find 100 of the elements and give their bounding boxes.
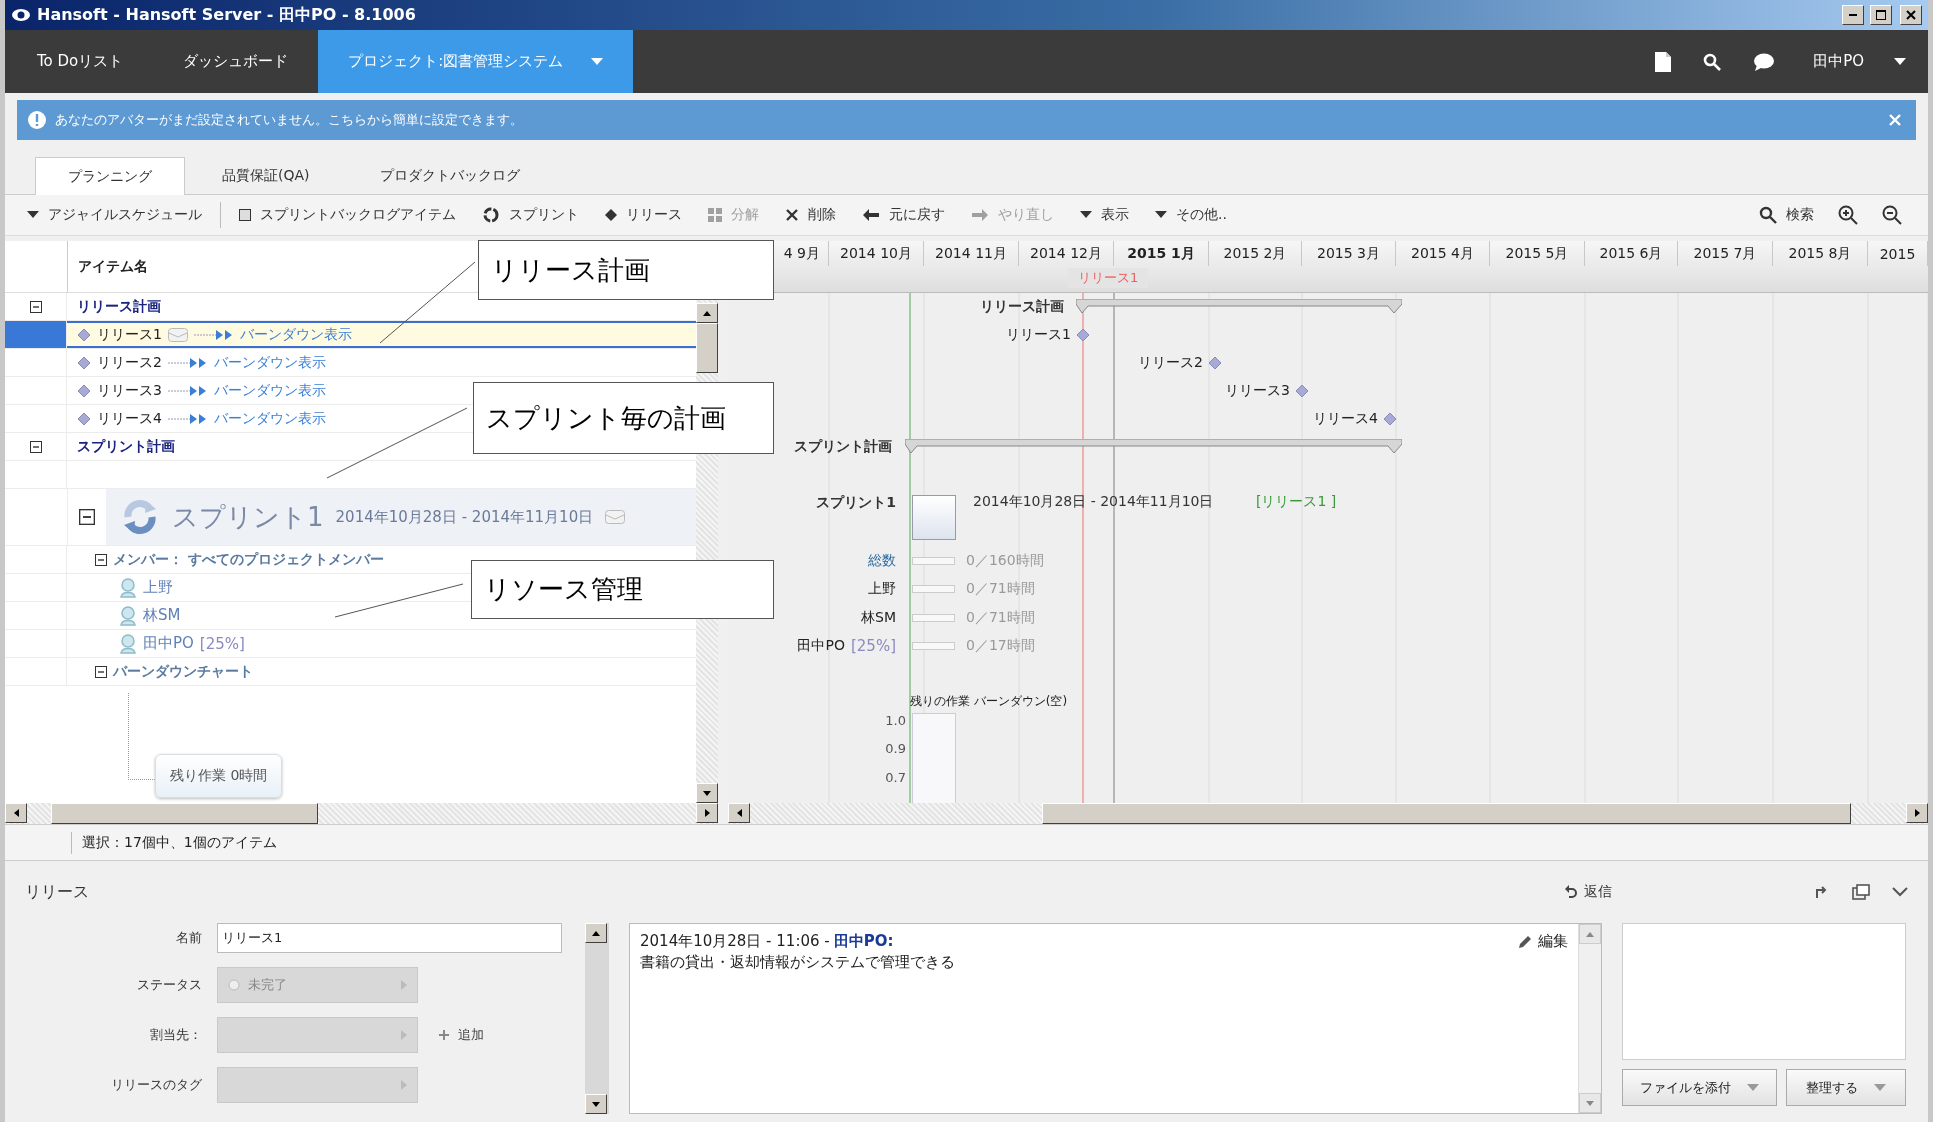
share-label: [25%] bbox=[199, 634, 245, 653]
down-icon bbox=[703, 790, 711, 796]
tree-row[interactable]: リリース2 バーンダウン表示 bbox=[5, 349, 334, 376]
cycle-icon bbox=[482, 206, 500, 224]
milestone-label: リリース3 bbox=[1225, 382, 1290, 400]
toolbar-button[interactable]: 削除 bbox=[785, 206, 836, 224]
month-label: 2015 1月 bbox=[1114, 241, 1209, 266]
chat-icon bbox=[1753, 52, 1776, 71]
tab[interactable]: プランニング bbox=[35, 157, 185, 195]
sprint-block[interactable] bbox=[912, 495, 956, 540]
callout: リリース計画 bbox=[478, 240, 774, 300]
tree-row[interactable]: リリース3 バーンダウン表示 bbox=[5, 377, 334, 404]
user-menu[interactable]: 田中PO bbox=[1791, 30, 1928, 93]
release-name: リリース2 bbox=[97, 353, 162, 372]
scrollbar-thumb[interactable] bbox=[696, 323, 718, 373]
toolbar-button[interactable] bbox=[1838, 205, 1858, 225]
collapse-icon[interactable] bbox=[29, 440, 42, 453]
toolbar-button[interactable]: 元に戻す bbox=[862, 206, 945, 224]
tree-row[interactable]: リリース4 バーンダウン表示 bbox=[5, 405, 334, 432]
scroll-right-button[interactable] bbox=[696, 803, 718, 823]
month-label: 2015 7月 bbox=[1678, 241, 1773, 266]
maximize-icon bbox=[1876, 10, 1886, 20]
minimize-button[interactable] bbox=[1842, 5, 1864, 25]
collapse-icon[interactable] bbox=[29, 300, 42, 313]
milestone-diamond[interactable] bbox=[1076, 328, 1090, 342]
axis-tick: 0.9 bbox=[885, 741, 906, 756]
person-icon bbox=[119, 633, 137, 654]
toolbar-button[interactable] bbox=[1882, 205, 1902, 225]
maximize-button[interactable] bbox=[1870, 5, 1892, 25]
nav-tab[interactable]: To Doリスト bbox=[5, 30, 154, 93]
hours-label: 0／160時間 bbox=[966, 552, 1044, 570]
milestone-diamond[interactable] bbox=[1295, 384, 1309, 398]
right-icon bbox=[1914, 809, 1920, 817]
toolbar-button[interactable]: アジャイルスケジュール bbox=[27, 206, 202, 224]
square-icon bbox=[239, 209, 251, 221]
zoom-in-icon bbox=[1838, 205, 1858, 225]
toolbar-button[interactable]: スプリント bbox=[482, 206, 579, 224]
toolbar-button[interactable]: リリース bbox=[605, 206, 682, 224]
caret-icon bbox=[1894, 57, 1906, 66]
section-label: バーンダウンチャート bbox=[113, 662, 253, 681]
up-icon bbox=[1586, 931, 1594, 937]
scrollbar-thumb[interactable] bbox=[1042, 803, 1851, 824]
toolbar-button[interactable]: その他.. bbox=[1155, 206, 1227, 224]
comment-author: 田中PO: bbox=[833, 932, 894, 951]
scroll-left-button[interactable] bbox=[728, 803, 750, 823]
chevron-icon bbox=[1892, 887, 1908, 897]
arrow-icon bbox=[401, 1030, 407, 1040]
reply-icon bbox=[1564, 885, 1578, 899]
arrow-icon bbox=[401, 980, 407, 990]
caret-icon bbox=[1080, 211, 1092, 219]
sprint-name: スプリント1 bbox=[172, 500, 324, 534]
status-text: 選択：17個中、1個のアイテム bbox=[82, 833, 277, 852]
collapse-icon[interactable] bbox=[79, 509, 95, 525]
info-icon bbox=[27, 110, 47, 130]
scroll-left-button[interactable] bbox=[5, 803, 27, 823]
burndown-link[interactable]: バーンダウン表示 bbox=[239, 325, 352, 344]
close-button[interactable] bbox=[1900, 5, 1922, 25]
sprint-header[interactable]: スプリント1 2014年10月28日 - 2014年11月10日 bbox=[106, 489, 696, 545]
menu-button[interactable]: ファイルを添付 bbox=[1622, 1069, 1777, 1106]
diamond-icon bbox=[77, 327, 91, 342]
window-icon bbox=[1852, 884, 1870, 900]
toolbar-button[interactable]: 検索 bbox=[1759, 206, 1814, 224]
burndown-link[interactable]: バーンダウン表示 bbox=[213, 353, 326, 372]
tab[interactable]: プロダクトバックログ bbox=[346, 157, 553, 194]
axis-tick: 1.0 bbox=[885, 713, 906, 728]
column-header[interactable]: アイテム名 bbox=[68, 241, 148, 292]
collapse-icon[interactable] bbox=[95, 665, 107, 678]
name-field[interactable]: リリース1 bbox=[217, 923, 562, 953]
reply-button[interactable]: 返信 bbox=[1564, 883, 1612, 901]
resource-name: 上野 bbox=[868, 580, 896, 598]
burndown-link[interactable]: バーンダウン表示 bbox=[213, 409, 326, 428]
scrollbar-thumb[interactable] bbox=[51, 803, 318, 824]
diamond-icon bbox=[77, 411, 91, 426]
caret-icon bbox=[27, 211, 39, 219]
toolbar-button[interactable]: 表示 bbox=[1080, 206, 1129, 224]
tab[interactable]: 品質保証(QA) bbox=[189, 157, 343, 194]
field-label: 名前 bbox=[176, 929, 202, 947]
milestone-label: リリース2 bbox=[1138, 354, 1203, 372]
cross-icon bbox=[785, 208, 799, 222]
undo-icon bbox=[862, 208, 880, 222]
field-label: ステータス bbox=[137, 976, 202, 994]
milestone-diamond[interactable] bbox=[1383, 412, 1397, 426]
edit-button[interactable]: 編集 bbox=[1518, 932, 1568, 951]
month-label: 2015 bbox=[1868, 241, 1928, 266]
field-label: リリースのタグ bbox=[111, 1076, 202, 1094]
milestone-diamond[interactable] bbox=[1208, 356, 1222, 370]
scroll-right-button[interactable] bbox=[1906, 803, 1928, 823]
burndown-link[interactable]: バーンダウン表示 bbox=[213, 381, 326, 400]
month-label: 2014 10月 bbox=[829, 241, 924, 266]
month-label: 2014 11月 bbox=[924, 241, 1019, 266]
menu-button[interactable]: 整理する bbox=[1786, 1069, 1906, 1106]
collapse-icon[interactable] bbox=[95, 553, 107, 566]
eye-icon bbox=[11, 8, 31, 22]
toolbar-button[interactable]: スプリントバックログアイテム bbox=[239, 206, 456, 224]
month-label: 2015 8月 bbox=[1773, 241, 1868, 266]
add-button[interactable]: 追加 bbox=[438, 1026, 484, 1044]
left-icon bbox=[736, 809, 742, 817]
envelope-icon bbox=[167, 327, 188, 342]
arrow-icon bbox=[193, 328, 234, 341]
nav-tab[interactable]: ダッシュボード bbox=[153, 30, 319, 93]
